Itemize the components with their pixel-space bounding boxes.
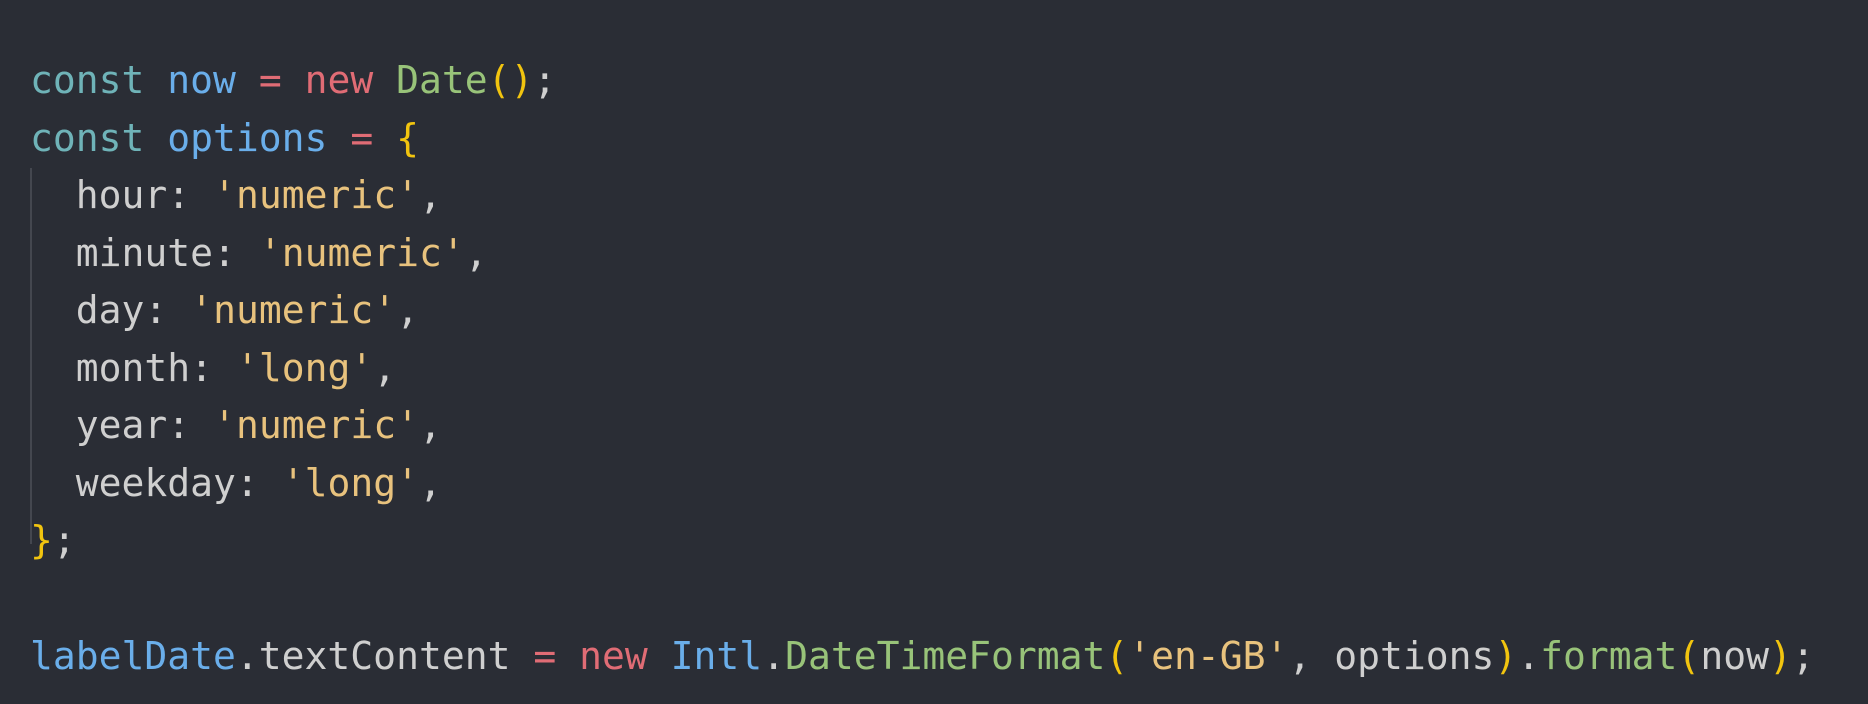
comma: , — [373, 346, 397, 390]
keyword-new: new — [579, 634, 648, 678]
operator-assign: = — [258, 58, 282, 102]
paren-close: ) — [1768, 634, 1792, 678]
string-value: 'long' — [235, 346, 374, 390]
comma: , — [418, 173, 442, 217]
variable-now: now — [167, 58, 236, 102]
colon: : — [190, 346, 214, 390]
argument-options: options — [1334, 634, 1495, 678]
paren-open: ( — [1105, 634, 1129, 678]
string-value: 'long' — [281, 461, 419, 505]
paren-close: ) — [510, 58, 534, 102]
string-value: 'numeric' — [213, 403, 419, 447]
code-line-prop: weekday: 'long', — [30, 454, 442, 512]
colon: : — [213, 231, 236, 275]
string-locale: 'en-GB' — [1128, 634, 1289, 678]
colon: : — [167, 403, 191, 447]
class-date: Date — [396, 58, 488, 102]
paren-close: ) — [1494, 634, 1518, 678]
keyword-new: new — [304, 58, 374, 102]
comma: , — [464, 231, 488, 275]
code-line-last: labelDate.textContent = new Intl.DateTim… — [30, 627, 1815, 685]
string-value: 'numeric' — [213, 173, 419, 217]
variable-options: options — [167, 116, 328, 160]
property-key: weekday — [75, 461, 236, 505]
property-key: year — [75, 403, 168, 447]
semicolon: ; — [52, 518, 76, 562]
dot: . — [762, 634, 786, 678]
keyword-const: const — [30, 58, 145, 102]
property-key: day — [75, 288, 145, 332]
colon: : — [144, 288, 168, 332]
paren-open: ( — [1677, 634, 1701, 678]
property-key: month — [75, 346, 191, 390]
keyword-const: const — [30, 116, 145, 160]
colon: : — [235, 461, 259, 505]
property-textContent: textContent — [258, 634, 511, 678]
code-line-prop: month: 'long', — [30, 339, 396, 397]
operator-assign: = — [350, 116, 374, 160]
argument-now: now — [1700, 634, 1769, 678]
dot: . — [235, 634, 259, 678]
colon: : — [167, 173, 191, 217]
namespace-intl: Intl — [670, 634, 763, 678]
code-line-prop: day: 'numeric', — [30, 281, 419, 339]
semicolon: ; — [1791, 634, 1815, 678]
code-line-close: }; — [30, 511, 76, 569]
brace-close: } — [30, 518, 53, 562]
dot: . — [1517, 634, 1541, 678]
comma: , — [418, 403, 442, 447]
brace-open: { — [396, 116, 419, 160]
code-line-prop: year: 'numeric', — [30, 396, 442, 454]
method-format: format — [1540, 634, 1678, 678]
comma: , — [1288, 634, 1312, 678]
code-editor[interactable]: const now = new Date(); const options = … — [0, 0, 1868, 704]
string-value: 'numeric' — [190, 288, 397, 332]
code-line-prop: minute: 'numeric', — [30, 224, 488, 282]
identifier-labelDate: labelDate — [30, 634, 236, 678]
semicolon: ; — [533, 58, 557, 102]
paren-open: ( — [487, 58, 511, 102]
code-line-2: const options = { — [30, 109, 419, 167]
property-key: minute — [75, 231, 214, 275]
constructor-datetimeformat: DateTimeFormat — [785, 634, 1106, 678]
code-line-prop: hour: 'numeric', — [30, 166, 442, 224]
comma: , — [418, 461, 442, 505]
code-line-1: const now = new Date(); — [30, 51, 556, 109]
property-key: hour — [75, 173, 168, 217]
string-value: 'numeric' — [258, 231, 465, 275]
operator-assign: = — [533, 634, 557, 678]
comma: , — [396, 288, 419, 332]
